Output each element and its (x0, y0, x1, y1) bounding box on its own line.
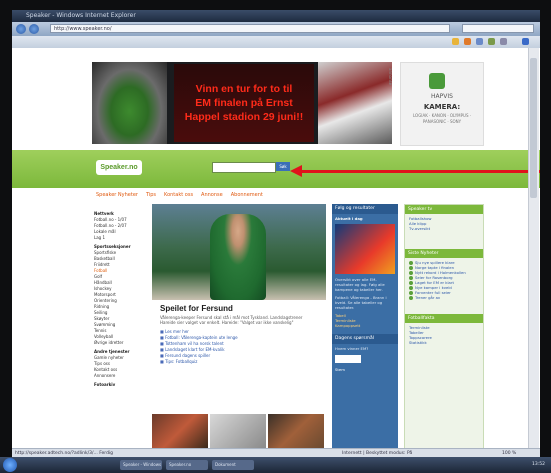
red-arrow-head (290, 165, 302, 177)
hero-image[interactable] (152, 204, 326, 300)
sidebar-link[interactable]: Øvrige idretter (94, 340, 148, 346)
taskbar-item[interactable]: Speaker - Windows (120, 460, 162, 470)
address-toolbar: http://www.speaker.no/ (12, 22, 540, 36)
side-ad-small: LOGIAK · KANON · OLYMPUS · PANASONIC · S… (412, 113, 472, 124)
windows-taskbar: Speaker - Windows Speaker.no Dokument 13… (0, 457, 551, 473)
start-button[interactable] (3, 458, 17, 472)
browser-title-bar: Speaker - Windows Internet Explorer (12, 10, 540, 22)
poll-header: Dagens spørsmål (332, 334, 398, 344)
url-input[interactable]: http://www.speaker.no/ (50, 24, 450, 33)
side-ad[interactable]: HAPVIS KAMERA: LOGIAK · KANON · OLYMPUS … (400, 62, 484, 146)
right-sidebar: Speaker tv Fotballshow Alle klipp Tv-ove… (404, 204, 484, 448)
facts-link[interactable]: Statistikk (405, 340, 483, 345)
ad-vertical-label: annonse (388, 68, 393, 86)
thumbnail-image[interactable] (152, 414, 208, 448)
thumbnail-image[interactable] (268, 414, 324, 448)
page-viewport: Vinn en tur for to til EM finalen på Ern… (12, 48, 540, 448)
camera-logo-icon (429, 73, 445, 89)
news-link[interactable]: Trener går av (415, 295, 440, 300)
site-search-button[interactable]: Søk (276, 162, 290, 171)
tv-link[interactable]: Tv-oversikt (405, 226, 483, 231)
taskbar-item[interactable]: Dokument (212, 460, 254, 470)
vote-button[interactable]: Stem (332, 367, 398, 372)
nav-link[interactable]: Tips (146, 192, 156, 198)
clock: 13:52 (532, 462, 545, 467)
top-nav: Speaker Nyheter Tips Kontakt oss Annonse… (96, 190, 456, 200)
results-link[interactable]: Kampoppsett (332, 323, 398, 328)
sidebar-link[interactable]: Lag 1 (94, 235, 148, 241)
nav-link[interactable]: Annonse (201, 192, 223, 198)
article-links: Les mer her Fotball: Vålerenga-kaptein u… (160, 329, 326, 365)
news-bullet-icon (409, 296, 413, 300)
site-search-input[interactable] (212, 162, 276, 173)
banner-line-3: Happel stadion 29 juni!! (184, 111, 304, 123)
print-icon[interactable] (476, 38, 483, 45)
article-title[interactable]: Speilet for Fersund (160, 304, 326, 313)
results-header: Følg og resultater (332, 204, 398, 214)
taskbar-item[interactable]: Speaker.no (166, 460, 208, 470)
results-text-1: Oversikt over alle EM-resultater og lag.… (335, 277, 385, 292)
article-intro: Vålerenga-keeper Fersund skal stå i mål … (160, 315, 303, 325)
home-icon[interactable] (452, 38, 459, 45)
nav-link[interactable]: Speaker Nyheter (96, 192, 138, 198)
thumbnail-row (152, 414, 326, 448)
vertical-scrollbar[interactable] (528, 48, 539, 448)
euro-logo-image[interactable] (335, 224, 395, 274)
sidebar-link[interactable]: Annonsere (94, 373, 148, 379)
side-ad-headline: KAMERA: (423, 103, 461, 111)
article-link[interactable]: Tips: Fotballquiz (160, 359, 326, 365)
browser-search-input[interactable] (462, 24, 534, 33)
left-sidebar: Nettverk Fotball.no - 1/07 Fotball.no - … (94, 208, 148, 448)
side-ad-brand: HAPVIS (431, 93, 453, 100)
scroll-thumb[interactable] (530, 58, 537, 198)
window-title: Speaker - Windows Internet Explorer (26, 12, 136, 19)
results-subheader: Aktuelt i dag (335, 216, 363, 221)
back-button[interactable] (16, 24, 26, 34)
player-image (318, 62, 392, 144)
site-logo[interactable]: Speaker.no (96, 160, 142, 175)
nav-link[interactable]: Abonnement (231, 192, 263, 198)
forward-button[interactable] (29, 24, 39, 34)
tv-header: Speaker tv (405, 205, 483, 214)
site-header: Speaker.no Søk (12, 150, 540, 188)
tools-menu-icon[interactable] (500, 38, 507, 45)
status-text: http://speaker.adtech.no/?adlink/3/... F… (15, 451, 114, 456)
banner-line-1: Vinn en tur for to til (195, 83, 293, 95)
news-header: Siste Nyheter (405, 249, 483, 258)
help-icon[interactable] (522, 38, 529, 45)
stadium-image (92, 62, 167, 144)
goalkeeper-photo (210, 214, 266, 300)
status-bar: http://speaker.adtech.no/?adlink/3/... F… (12, 448, 540, 457)
thumbnail-image[interactable] (210, 414, 266, 448)
results-column: Følg og resultater Aktuelt i dag Oversik… (332, 204, 398, 448)
facts-header: Fotballfakta (405, 314, 483, 323)
favorites-toolbar (12, 36, 540, 48)
feeds-icon[interactable] (464, 38, 471, 45)
poll-question: Hvem vinner EM? (335, 346, 369, 351)
results-text-2: Fotball: Vålerenga - Brann i kveld. Se a… (335, 295, 387, 310)
banner-ad[interactable]: Vinn en tur for to til EM finalen på Ern… (92, 62, 392, 144)
banner-text-box: Vinn en tur for to til EM finalen på Ern… (174, 64, 314, 142)
banner-line-2: EM finalen på Ernst (195, 97, 293, 109)
poll-select[interactable] (335, 355, 361, 363)
photo-archive-title[interactable]: Fotoarkiv (94, 382, 148, 388)
red-arrow-annotation (294, 170, 540, 173)
page-menu-icon[interactable] (488, 38, 495, 45)
nav-link[interactable]: Kontakt oss (164, 192, 193, 198)
